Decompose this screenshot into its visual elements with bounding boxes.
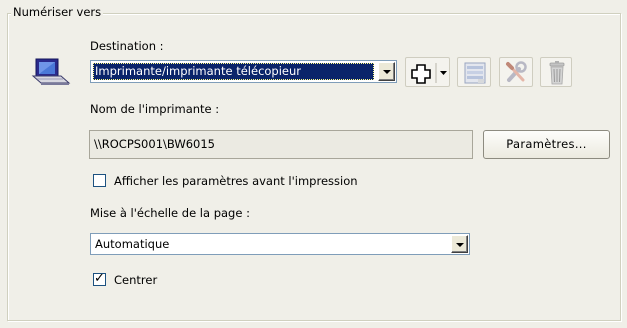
groupbox-title: Numériser vers [11,5,104,19]
page-scaling-label: Mise à l'échelle de la page : [90,206,250,220]
delete-button[interactable] [540,57,572,87]
page-scaling-combobox[interactable]: Automatique [90,233,470,255]
show-settings-checkbox[interactable] [93,174,106,187]
destination-label: Destination : [90,39,164,53]
settings-button[interactable]: Paramètres... [483,130,610,159]
printer-name-label: Nom de l'imprimante : [90,102,220,116]
scan-to-panel: Numériser vers Destination : Imprimante/… [0,0,627,328]
page-scaling-selected-value: Automatique [95,237,170,251]
add-destination-button[interactable] [405,57,450,87]
scanner-icon [31,56,71,86]
properties-icon [464,62,486,84]
destination-combobox[interactable]: Imprimante/imprimante télécopieur [90,60,397,83]
printer-name-field: \\ROCPS001\BW6015 [89,130,473,159]
show-settings-label[interactable]: Afficher les paramètres avant l'impressi… [114,174,358,188]
tools-button[interactable] [499,57,533,87]
tools-icon [506,61,527,82]
center-checkbox[interactable] [93,271,106,286]
destination-selected-value: Imprimante/imprimante télécopieur [93,63,374,80]
properties-button[interactable] [457,57,491,87]
chevron-down-icon[interactable] [451,235,468,253]
add-destination-icon [411,63,447,84]
chevron-down-icon[interactable] [378,62,395,81]
trash-icon [549,61,565,85]
center-label[interactable]: Centrer [114,273,157,287]
